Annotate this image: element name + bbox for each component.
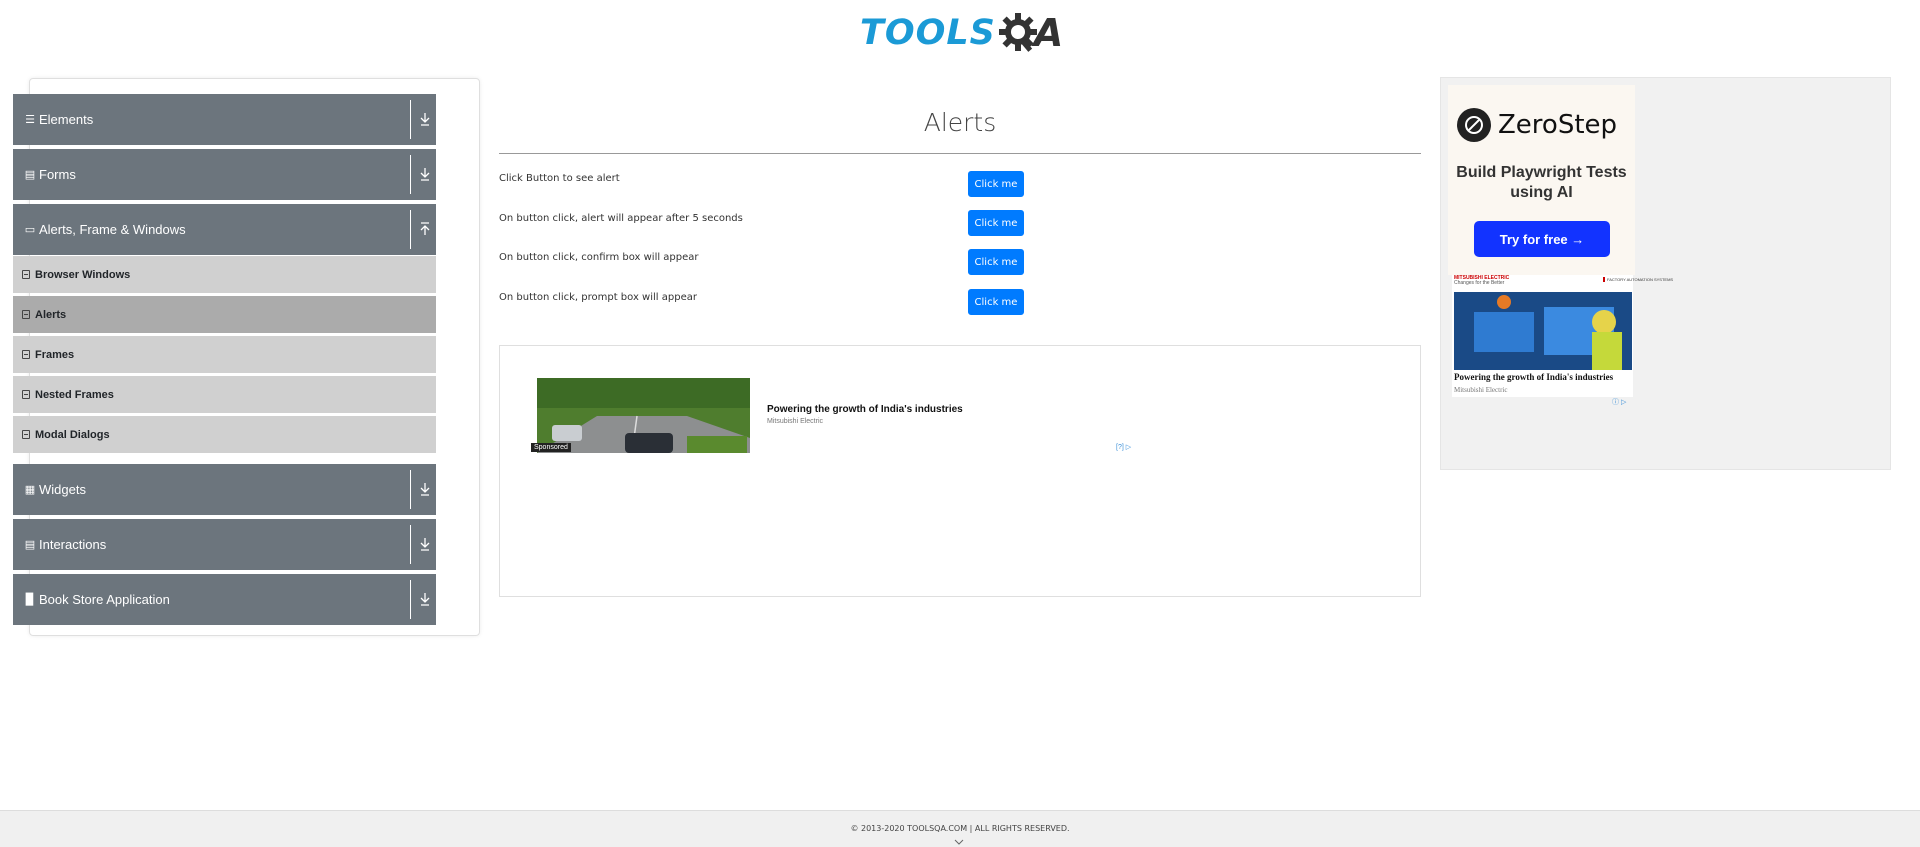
sidebar-group-widgets[interactable]: ▦ Widgets (13, 464, 436, 515)
sidebar-item-frames[interactable]: Frames (13, 336, 436, 373)
list-icon: ▤ (24, 539, 36, 551)
sponsored-label: Sponsored (531, 443, 571, 452)
divider (410, 155, 411, 194)
toolsqa-logo[interactable]: TOOLS A (860, 8, 1065, 58)
item-icon (22, 270, 30, 279)
sidebar-item-label: Frames (35, 348, 75, 361)
divider (410, 470, 411, 509)
window-icon: ▭ (24, 224, 36, 236)
sidebar-item-modal-dialogs[interactable]: Modal Dialogs (13, 416, 436, 453)
confirm-row-label: On button click, confirm box will appear (499, 252, 699, 263)
timer-alert-button[interactable]: Click me (968, 210, 1024, 236)
sidebar-group-elements[interactable]: ☰ Elements (13, 94, 436, 145)
site-header: TOOLS A (0, 0, 1920, 70)
try-for-free-button[interactable]: Try for free → (1474, 221, 1610, 257)
divider (410, 100, 411, 139)
zerostep-tagline: Build Playwright Tests using AI (1456, 164, 1627, 201)
hamburger-icon: ☰ (25, 114, 35, 126)
mitsubishi-headline[interactable]: Powering the growth of India's industrie… (1454, 372, 1613, 382)
collapse-arrow-icon[interactable] (419, 220, 431, 238)
mitsubishi-advertiser: Mitsubishi Electric (1454, 386, 1508, 394)
item-icon (22, 430, 30, 439)
sidebar-item-label: Modal Dialogs (35, 428, 110, 441)
ad-image[interactable] (537, 378, 750, 453)
expand-arrow-icon[interactable] (419, 590, 431, 608)
item-icon (22, 390, 30, 399)
adchoices-label: [?] (1116, 444, 1124, 451)
ad-advertiser: Mitsubishi Electric (767, 418, 824, 425)
sidebar-item-alerts[interactable]: Alerts (13, 296, 436, 333)
mitsubishi-ad-image[interactable] (1454, 292, 1632, 370)
sidebar-group-book-store[interactable]: ▉ Book Store Application (13, 574, 436, 625)
expand-arrow-icon[interactable] (419, 165, 431, 183)
divider (410, 580, 411, 619)
zerostep-brand: ZeroStep (1457, 108, 1617, 142)
sidebar-group-label: Alerts, Frame & Windows (39, 222, 186, 237)
grid-icon: ▦ (24, 484, 36, 496)
item-icon (22, 310, 30, 319)
prompt-row-label: On button click, prompt box will appear (499, 292, 697, 303)
item-icon (22, 350, 30, 359)
mitsubishi-logo: MITSUBISHI ELECTRIC Changes for the Bett… (1454, 276, 1509, 286)
page-title: Alerts (923, 108, 997, 137)
confirm-button[interactable]: Click me (968, 249, 1024, 275)
sidebar-group-forms[interactable]: ▤ Forms (13, 149, 436, 200)
sidebar-item-label: Nested Frames (35, 388, 114, 401)
copyright-text: © 2013-2020 TOOLSQA.COM | ALL RIGHTS RES… (850, 824, 1070, 833)
sidebar-group-label: Elements (39, 112, 94, 127)
logo-letter-a: A (1033, 11, 1064, 55)
expand-arrow-icon[interactable] (419, 480, 431, 498)
sidebar-group-interactions[interactable]: ▤ Interactions (13, 519, 436, 570)
prompt-button[interactable]: Click me (968, 289, 1024, 315)
zerostep-name: ZeroStep (1498, 110, 1618, 140)
sidebar-group-label: Widgets (39, 482, 86, 497)
sidebar-item-browser-windows[interactable]: Browser Windows (13, 256, 436, 293)
adchoices-icon[interactable]: [?] ▷ (1116, 443, 1131, 451)
sidebar-group-alerts-frame-windows[interactable]: ▭ Alerts, Frame & Windows (13, 204, 436, 255)
expand-arrow-icon[interactable] (419, 110, 431, 128)
bookshelf-icon: ▉ (25, 594, 35, 606)
sidebar-item-nested-frames[interactable]: Nested Frames (13, 376, 436, 413)
zerostep-logo-icon (1457, 108, 1491, 142)
sidebar-group-label: Forms (39, 167, 76, 182)
ad-headline[interactable]: Powering the growth of India's industrie… (767, 404, 963, 415)
factory-automation-badge: FACTORY AUTOMATION SYSTEMS (1603, 277, 1673, 282)
sidebar-group-label: Book Store Application (39, 592, 170, 607)
page-footer: © 2013-2020 TOOLSQA.COM | ALL RIGHTS RES… (0, 810, 1920, 847)
timer-alert-row-label: On button click, alert will appear after… (499, 213, 743, 224)
chevron-down-icon[interactable] (954, 839, 964, 845)
alert-button[interactable]: Click me (968, 171, 1024, 197)
sidebar-group-label: Interactions (39, 537, 107, 552)
adchoices-icon[interactable]: ⓘ ▷ (1612, 397, 1626, 407)
divider (410, 210, 411, 249)
alert-row-label: Click Button to see alert (499, 173, 620, 184)
sidebar-item-label: Browser Windows (35, 268, 131, 281)
expand-arrow-icon[interactable] (419, 535, 431, 553)
logo-text: TOOLS (860, 13, 996, 53)
form-icon: ▤ (24, 169, 36, 181)
mitsubishi-logo-sub: Changes for the Better (1454, 280, 1505, 286)
divider (410, 525, 411, 564)
sidebar-item-label: Alerts (35, 308, 67, 321)
title-divider (499, 153, 1421, 154)
